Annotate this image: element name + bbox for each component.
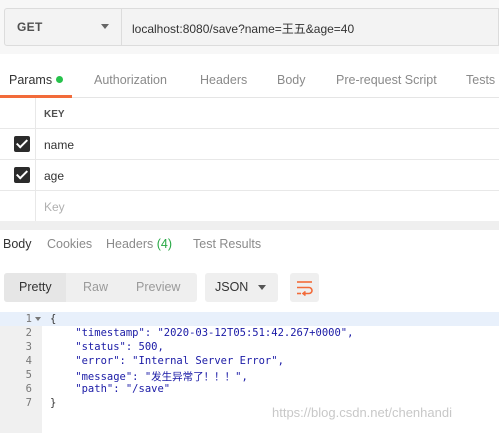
params-table: KEY name age Key: [0, 98, 499, 222]
code-text: "timestamp": "2020-03-12T05:51:42.267+00…: [50, 327, 354, 339]
url-text: localhost:8080/save?name=王五&age=40: [132, 22, 355, 36]
params-header-row: KEY: [0, 98, 499, 129]
params-status-dot: [56, 76, 64, 83]
tab-response-headers-label: Headers: [106, 237, 154, 251]
param-key[interactable]: age: [44, 169, 64, 183]
tab-cookies[interactable]: Cookies: [47, 237, 92, 251]
tab-authorization[interactable]: Authorization: [94, 73, 167, 87]
wrap-lines-button[interactable]: [290, 273, 319, 302]
key-column-header: KEY: [44, 109, 65, 120]
response-tabs: Body Cookies Headers (4) Test Results: [0, 230, 499, 257]
line-number: 1: [25, 313, 32, 325]
url-input[interactable]: localhost:8080/save?name=王五&age=40: [121, 8, 499, 46]
code-line: 4 "error": "Internal Server Error",: [0, 354, 499, 368]
tab-tests[interactable]: Tests: [466, 73, 495, 87]
tab-pre-request-script[interactable]: Pre-request Script: [336, 73, 437, 87]
line-number: 5: [25, 369, 32, 381]
headers-count-badge: (4): [156, 237, 173, 251]
method-label: GET: [17, 20, 43, 34]
code-text: {: [50, 313, 57, 325]
format-select[interactable]: JSON: [205, 273, 278, 302]
code-text: }: [50, 397, 57, 409]
check-column: [0, 160, 36, 190]
table-row: age: [0, 160, 499, 191]
check-column: [0, 98, 36, 128]
code-line: 2 "timestamp": "2020-03-12T05:51:42.267+…: [0, 326, 499, 340]
fold-icon[interactable]: [35, 317, 41, 321]
tab-body[interactable]: Body: [277, 73, 306, 87]
response-toolbar: Pretty Raw Preview JSON: [0, 263, 499, 307]
table-row: name: [0, 129, 499, 160]
tab-response-body[interactable]: Body: [3, 237, 32, 251]
chevron-down-icon: [101, 24, 109, 29]
code-text: "error": "Internal Server Error",: [50, 355, 284, 367]
line-number: 7: [25, 397, 32, 409]
view-mode-group: Pretty Raw Preview: [4, 273, 197, 302]
tab-headers[interactable]: Headers: [200, 73, 247, 87]
watermark: https://blog.csdn.net/chenhandi: [272, 405, 452, 420]
code-line: 6 "path": "/save": [0, 382, 499, 396]
code-line: 1 {: [0, 312, 499, 326]
raw-button[interactable]: Raw: [83, 280, 108, 294]
tab-test-results[interactable]: Test Results: [193, 237, 261, 251]
new-key-input[interactable]: Key: [44, 200, 65, 214]
tab-params-label: Params: [9, 73, 53, 87]
check-column: [0, 191, 36, 222]
request-bar: GET localhost:8080/save?name=王五&age=40: [0, 0, 499, 54]
line-number: 3: [25, 341, 32, 353]
method-select[interactable]: GET: [4, 8, 122, 46]
code-line: 5 "message": "发生异常了！！！",: [0, 368, 499, 383]
wrap-lines-icon: [297, 281, 313, 297]
request-tabs: Params Authorization Headers Body Pre-re…: [0, 62, 499, 98]
code-text: "status": 500,: [50, 341, 164, 353]
tab-response-headers[interactable]: Headers (4): [106, 237, 172, 251]
line-number: 2: [25, 327, 32, 339]
preview-button[interactable]: Preview: [136, 280, 180, 294]
param-checkbox[interactable]: [14, 167, 30, 183]
section-divider: [0, 221, 499, 230]
param-checkbox[interactable]: [14, 136, 30, 152]
code-text: "path": "/save": [50, 383, 171, 395]
table-row-new: Key: [0, 191, 499, 222]
format-label: JSON: [215, 280, 249, 294]
pretty-button[interactable]: Pretty: [19, 280, 52, 294]
code-line: 3 "status": 500,: [0, 340, 499, 354]
line-number: 6: [25, 383, 32, 395]
tab-params[interactable]: Params: [9, 73, 64, 87]
param-key[interactable]: name: [44, 138, 74, 152]
check-column: [0, 129, 36, 159]
chevron-down-icon: [258, 285, 266, 290]
line-number: 4: [25, 355, 32, 367]
